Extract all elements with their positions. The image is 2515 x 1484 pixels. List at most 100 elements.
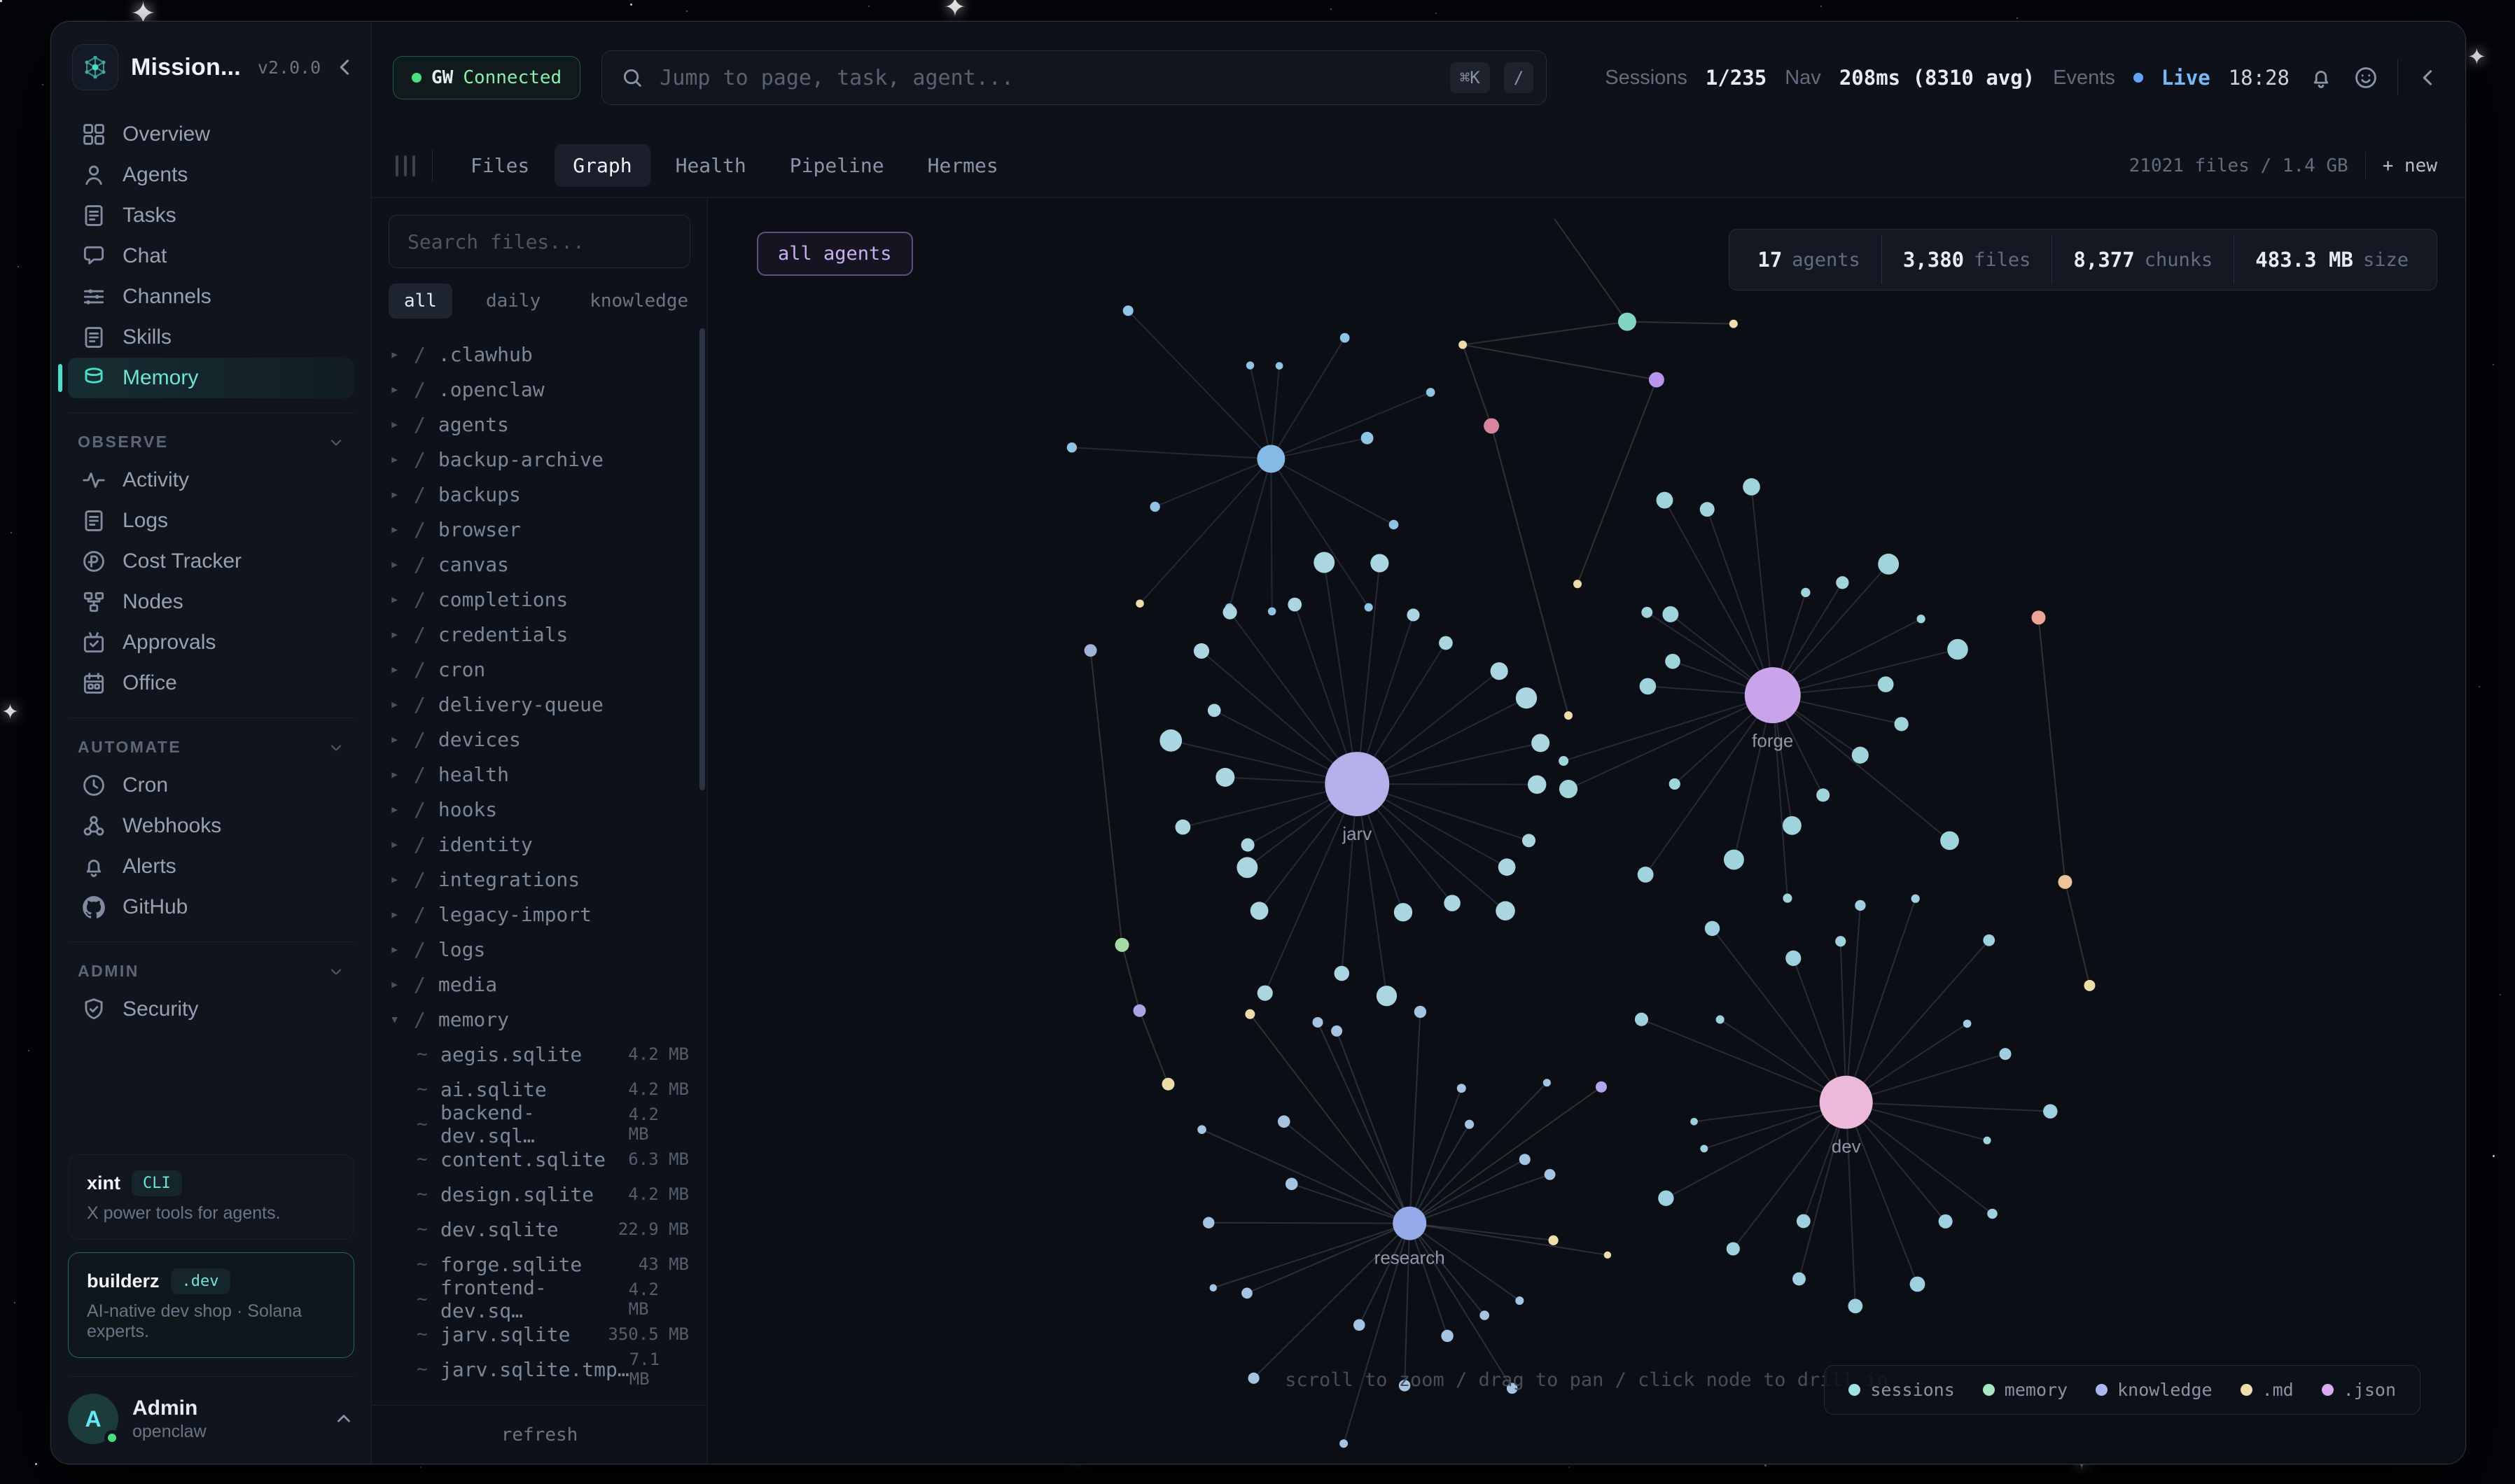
graph-node-jarv-sat[interactable]: [1335, 966, 1350, 981]
graph-node-forge-sat[interactable]: [1801, 588, 1810, 597]
promo-card-builderz[interactable]: builderz .dev AI-native dev shop · Solan…: [68, 1252, 354, 1358]
tree-folder-logs[interactable]: ▸/logs: [372, 932, 707, 967]
sidebar-item-overview[interactable]: Overview: [68, 114, 354, 155]
drag-grip-icon[interactable]: [396, 155, 415, 176]
sidebar-item-agents[interactable]: Agents: [68, 155, 354, 195]
graph-node-dev-sat[interactable]: [1910, 1277, 1925, 1292]
graph-node-research-sat[interactable]: [1203, 1217, 1214, 1228]
filter-knowledge[interactable]: knowledge: [574, 284, 704, 318]
graph-node-clusterA-sat[interactable]: [1340, 333, 1350, 343]
graph-node-bluegray[interactable]: [1085, 644, 1097, 657]
graph-node-pink[interactable]: [1484, 418, 1499, 433]
graph-node-creamleft[interactable]: [1245, 1009, 1255, 1019]
promo-card-xint[interactable]: xint CLI X power tools for agents.: [68, 1154, 354, 1240]
sidebar-item-chat[interactable]: Chat: [68, 236, 354, 276]
graph-node-jarv-sat[interactable]: [1370, 554, 1388, 572]
graph-node-forge-sat[interactable]: [1783, 816, 1802, 835]
scrollbar-thumb[interactable]: [699, 328, 705, 790]
graph-node-clusterA-sat[interactable]: [1426, 388, 1435, 397]
graph-node-research-sat[interactable]: [1197, 1125, 1206, 1134]
graph-node-dev-sat[interactable]: [1835, 936, 1846, 946]
graph-node-forge-sat[interactable]: [1665, 654, 1680, 669]
tree-folder-browser[interactable]: ▸/browser: [372, 512, 707, 547]
graph-node-jarv-sat[interactable]: [1522, 834, 1535, 847]
graph-node-forge-sat[interactable]: [1559, 756, 1568, 766]
graph-node-dev-sat[interactable]: [2043, 1104, 2057, 1118]
memory-graph-panel[interactable]: jarvforgedevresearch all agents 17agents…: [708, 198, 2465, 1464]
graph-node-dev-sat[interactable]: [1987, 1209, 1997, 1219]
graph-node-forge-sat[interactable]: [1743, 478, 1760, 496]
graph-node-jarv-sat[interactable]: [1222, 606, 1236, 620]
graph-node-creamright[interactable]: [1729, 320, 1738, 328]
tree-folder-backups[interactable]: ▸/backups: [372, 477, 707, 512]
graph-node-green[interactable]: [1115, 938, 1129, 952]
tree-folder-integrations[interactable]: ▸/integrations: [372, 862, 707, 897]
tree-file-jarv.sqlite.tmp[interactable]: ~jarv.sqlite.tmp…7.1 MB: [372, 1352, 707, 1387]
tab-pipeline[interactable]: Pipeline: [772, 144, 903, 187]
graph-node-forge-sat[interactable]: [1724, 850, 1744, 870]
graph-node-research-sat[interactable]: [1312, 1017, 1323, 1028]
graph-node-research-sat[interactable]: [1604, 1252, 1611, 1259]
graph-node-jarv-sat[interactable]: [1528, 775, 1546, 793]
tree-folder-memory[interactable]: ▾/memory: [372, 1002, 707, 1037]
sidebar-item-activity[interactable]: Activity: [68, 460, 354, 500]
graph-node-dev-sat[interactable]: [1690, 1118, 1698, 1126]
graph-node-jarv-sat[interactable]: [1531, 734, 1549, 752]
graph-node-jarv-sat[interactable]: [1516, 687, 1537, 708]
graph-node-research-sat[interactable]: [1479, 1310, 1489, 1320]
filter-all[interactable]: all: [389, 284, 452, 318]
graph-node-dev-sat[interactable]: [1785, 951, 1801, 966]
sidebar-item-security[interactable]: Security: [68, 989, 354, 1030]
graph-node-dev-sat[interactable]: [1727, 1242, 1740, 1255]
tree-file-frontend-dev.sq[interactable]: ~frontend-dev.sq…4.2 MB: [372, 1282, 707, 1317]
graph-node-tealtop[interactable]: [1618, 313, 1636, 331]
sidebar-item-github[interactable]: GitHub: [68, 887, 354, 927]
graph-node-research-sat[interactable]: [1441, 1330, 1453, 1342]
graph-node-creamtop[interactable]: [1458, 341, 1467, 349]
graph-node-jarv-sat[interactable]: [1241, 839, 1255, 852]
graph-node-forge-sat[interactable]: [1662, 606, 1678, 622]
sidebar-item-memory[interactable]: Memory: [68, 358, 354, 398]
graph-node-clusterA-sat[interactable]: [1067, 442, 1077, 452]
graph-node-salmon[interactable]: [2031, 610, 2045, 624]
graph-node-research-sat[interactable]: [1545, 1169, 1556, 1180]
graph-node-clusterA-sat[interactable]: [1361, 432, 1374, 444]
graph-node-research-sat[interactable]: [1339, 1439, 1348, 1448]
file-search[interactable]: [389, 215, 690, 268]
tab-graph[interactable]: Graph: [555, 144, 650, 187]
graph-node-forge-sat[interactable]: [1641, 607, 1652, 618]
tab-hermes[interactable]: Hermes: [910, 144, 1017, 187]
graph-node-dev-sat[interactable]: [1716, 1015, 1725, 1023]
graph-node-research-sat[interactable]: [1278, 1115, 1290, 1128]
tree-folder-cron[interactable]: ▸/cron: [372, 652, 707, 687]
sidebar-item-cron[interactable]: Cron: [68, 765, 354, 806]
graph-node-research-sat[interactable]: [1414, 1006, 1426, 1018]
tree-file-dev.sqlite[interactable]: ~dev.sqlite22.9 MB: [372, 1212, 707, 1247]
graph-node-jarv-sat[interactable]: [1176, 820, 1191, 835]
graph-node-clusterA-sat[interactable]: [1246, 361, 1254, 369]
gateway-status-badge[interactable]: GW Connected: [393, 56, 580, 99]
graph-node-jarv-sat[interactable]: [1407, 608, 1419, 621]
graph-node-research-sat[interactable]: [1241, 1288, 1253, 1299]
graph-node-clusterA-sat[interactable]: [1268, 608, 1276, 616]
graph-node-creambr[interactable]: [2084, 980, 2095, 991]
section-header-admin[interactable]: ADMIN: [68, 952, 354, 989]
tree-file-design.sqlite[interactable]: ~design.sqlite4.2 MB: [372, 1177, 707, 1212]
tree-folder-canvas[interactable]: ▸/canvas: [372, 547, 707, 582]
graph-node-jarv-sat[interactable]: [1314, 552, 1335, 573]
tree-folder-devices[interactable]: ▸/devices: [372, 722, 707, 757]
graph-node-forge-sat[interactable]: [1940, 831, 1959, 850]
tab-files[interactable]: Files: [452, 144, 548, 187]
graph-node-jarv-sat[interactable]: [1496, 901, 1515, 920]
graph-node-jarv-sat[interactable]: [1377, 986, 1397, 1006]
file-search-input[interactable]: [406, 230, 673, 254]
graph-node-forge-sat[interactable]: [1669, 778, 1680, 790]
graph-node-jarv-sat[interactable]: [1159, 729, 1182, 752]
graph-node-forge-sat[interactable]: [1947, 639, 1968, 660]
sidebar-item-alerts[interactable]: Alerts: [68, 846, 354, 887]
tree-folder-health[interactable]: ▸/health: [372, 757, 707, 792]
feedback-smiley-icon[interactable]: [2353, 64, 2379, 91]
graph-node-forge-sat[interactable]: [1638, 867, 1654, 883]
graph-node-forge-sat[interactable]: [1783, 894, 1792, 903]
graph-hub-forge[interactable]: [1745, 667, 1801, 723]
